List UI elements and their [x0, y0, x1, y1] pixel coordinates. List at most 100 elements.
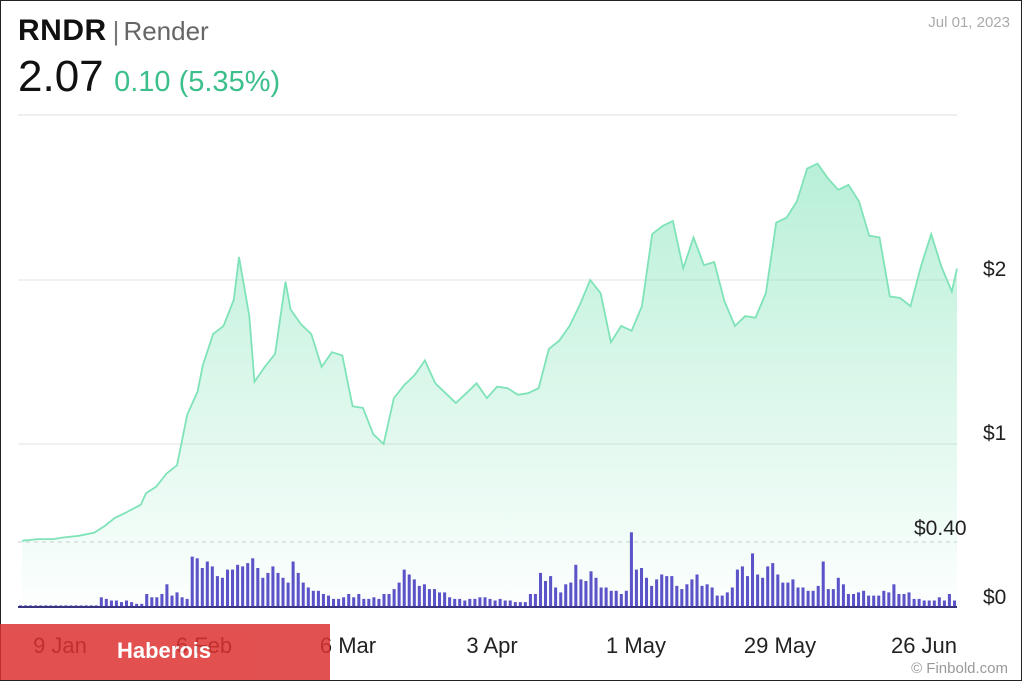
volume-bar — [912, 598, 916, 607]
volume-bar — [710, 587, 714, 607]
volume-bar — [433, 589, 437, 607]
volume-bar — [165, 584, 169, 608]
volume-bar — [675, 585, 679, 607]
volume-bar — [816, 585, 820, 607]
watermark-banner: Haberois — [0, 624, 330, 680]
volume-bar — [468, 598, 472, 607]
watermark-text: Haberois — [117, 638, 212, 663]
volume-bar — [730, 587, 734, 607]
volume-bar — [947, 594, 951, 607]
volume-bar — [609, 590, 613, 608]
volume-bar — [634, 569, 638, 607]
volume-bar — [271, 566, 275, 607]
volume-bar — [751, 553, 755, 607]
volume-bar — [660, 574, 664, 607]
volume-bar — [695, 574, 699, 607]
volume-bar — [872, 595, 876, 607]
volume-bar — [619, 594, 623, 607]
x-tick-label: 29 May — [744, 633, 816, 658]
volume-bar — [205, 561, 209, 607]
volume-bar — [236, 564, 240, 608]
volume-bar — [806, 590, 810, 608]
volume-bar — [907, 592, 911, 607]
volume-bar — [397, 582, 401, 607]
volume-bar — [190, 556, 194, 607]
volume-bar — [640, 568, 644, 607]
volume-bar — [645, 577, 649, 607]
volume-bar — [882, 590, 886, 608]
volume-bar — [286, 582, 290, 607]
source-credit: © Finbold.com — [911, 660, 1008, 677]
volume-bar — [155, 597, 159, 608]
volume-bar — [725, 592, 729, 607]
volume-bar — [215, 576, 219, 607]
volume-bar — [937, 597, 941, 608]
volume-bar — [256, 568, 260, 607]
volume-bar — [251, 558, 255, 607]
volume-bar — [337, 598, 341, 607]
volume-bar — [438, 592, 442, 607]
volume-bar — [569, 582, 573, 607]
volume-bar — [786, 582, 790, 607]
volume-bar — [417, 585, 421, 607]
volume-bar — [291, 561, 295, 607]
volume-bar — [200, 568, 204, 607]
volume-tick-label: $0.40 — [914, 517, 967, 540]
volume-bar — [892, 584, 896, 608]
volume-bar — [846, 594, 850, 607]
volume-bar — [720, 595, 724, 607]
volume-bar — [362, 598, 366, 607]
volume-bar — [655, 579, 659, 607]
volume-bar — [897, 594, 901, 607]
volume-bar — [387, 594, 391, 607]
volume-bar — [665, 576, 669, 607]
volume-bar — [796, 587, 800, 607]
volume-bar — [836, 577, 840, 607]
volume-bar — [311, 590, 315, 608]
volume-bar — [862, 590, 866, 608]
volume-bar — [629, 532, 633, 608]
volume-bar — [624, 590, 628, 608]
volume-bar — [584, 581, 588, 607]
volume-bar — [826, 589, 830, 607]
y-tick-label: $1 — [983, 422, 1006, 445]
volume-bar — [453, 598, 457, 607]
volume-bar — [195, 558, 199, 607]
volume-bar — [544, 581, 548, 607]
volume-bar — [594, 577, 598, 607]
volume-bar — [756, 574, 760, 607]
volume-bar — [554, 587, 558, 607]
volume-bar — [539, 572, 543, 607]
volume-bar — [690, 579, 694, 607]
volume-bar — [867, 595, 871, 607]
volume-bar — [332, 598, 336, 607]
volume-bar — [549, 576, 553, 607]
volume-bar — [700, 585, 704, 607]
volume-bar — [761, 577, 765, 607]
volume-bar — [448, 597, 452, 608]
volume-bar — [327, 595, 331, 607]
volume-bar — [145, 594, 149, 607]
volume-bar — [347, 594, 351, 607]
volume-bar — [382, 594, 386, 607]
volume-bar — [670, 576, 674, 607]
volume-bar — [852, 594, 856, 607]
volume-bar — [185, 598, 189, 607]
volume-bar — [180, 597, 184, 608]
volume-bar — [771, 563, 775, 607]
volume-bar — [685, 584, 689, 608]
volume-bar — [231, 569, 235, 607]
volume-bar — [533, 594, 537, 607]
volume-bar — [746, 576, 750, 607]
volume-bar — [150, 597, 154, 608]
volume-bar — [407, 574, 411, 607]
volume-bar — [766, 566, 770, 607]
price-area — [22, 163, 957, 607]
volume-bar — [458, 598, 462, 607]
x-tick-label: 26 Jun — [891, 633, 957, 658]
volume-bar — [564, 584, 568, 608]
volume-bar — [715, 595, 719, 607]
volume-bar — [352, 597, 356, 608]
volume-bar — [528, 594, 532, 607]
volume-bar — [226, 569, 230, 607]
